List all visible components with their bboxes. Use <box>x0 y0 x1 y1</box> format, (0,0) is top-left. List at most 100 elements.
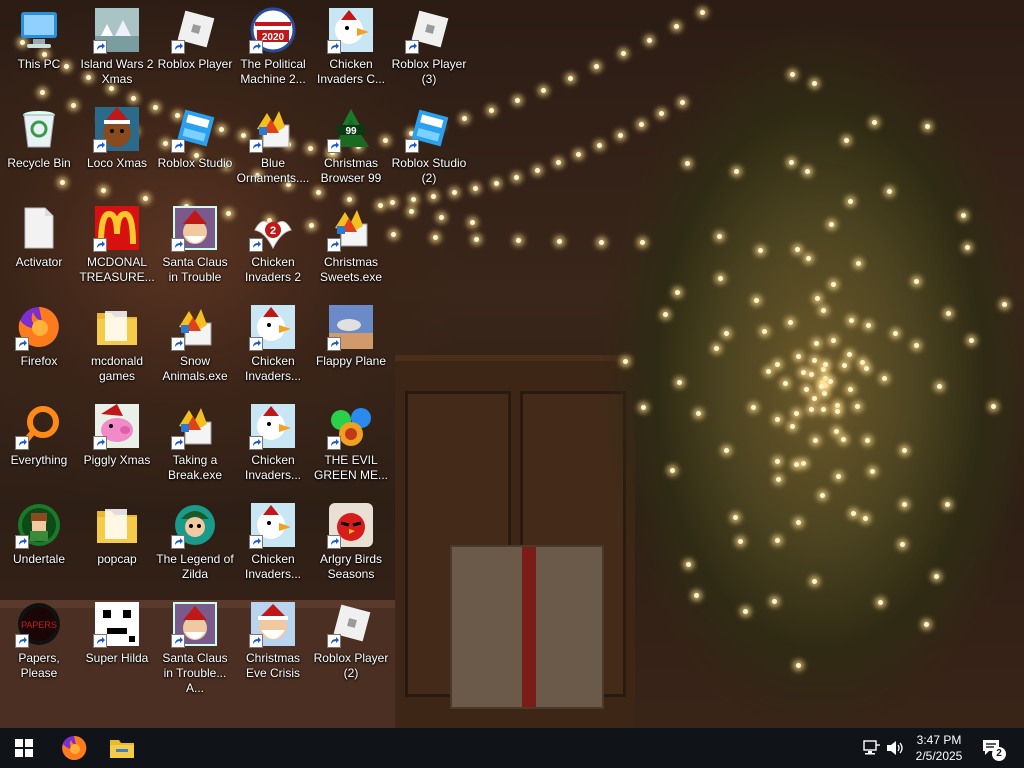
desktop-icon-roblox-studio[interactable]: Roblox Studio (2) <box>390 101 468 197</box>
shortcut-arrow-icon <box>93 436 107 450</box>
svg-text:2: 2 <box>270 225 276 237</box>
desktop-icon-this-pc[interactable]: This PC <box>0 2 78 98</box>
desktop-icon-exe-game[interactable]: Blue Ornaments.... <box>234 101 312 197</box>
desktop-icon-angry-birds[interactable]: Arlgry Birds Seasons <box>312 497 390 593</box>
desktop-icon-christmas-browser[interactable]: 99 Christmas Browser 99 <box>312 101 390 197</box>
desktop-icon-chicken-invaders[interactable]: Chicken Invaders... <box>234 299 312 395</box>
shortcut-arrow-icon <box>249 634 263 648</box>
desktop-icon-file[interactable]: Activator <box>0 200 78 296</box>
desktop-icon-folder[interactable]: popcap <box>78 497 156 593</box>
shortcut-arrow-icon <box>327 436 341 450</box>
desktop-icon-chicken-invaders-2[interactable]: 2 Chicken Invaders 2 <box>234 200 312 296</box>
super-hilda-icon <box>93 600 141 648</box>
wallpaper-gift <box>450 545 604 709</box>
exe-game-icon <box>327 204 375 252</box>
desktop-icon-chicken-invaders[interactable]: Chicken Invaders C... <box>312 2 390 98</box>
desktop-icon-label: The Political Machine 2... <box>240 57 306 86</box>
firefox-icon <box>15 303 63 351</box>
exe-game-icon <box>171 303 219 351</box>
shortcut-arrow-icon <box>249 436 263 450</box>
shortcut-arrow-icon <box>327 337 341 351</box>
chicken-invaders-icon <box>249 501 297 549</box>
desktop-icon-evil-green[interactable]: THE EVIL GREEN ME... <box>312 398 390 494</box>
desktop-icon-label: mcdonald games <box>90 354 144 383</box>
desktop-icon-roblox-player[interactable]: Roblox Player (2) <box>312 596 390 692</box>
roblox-player-icon <box>327 600 375 648</box>
desktop-icon-label: popcap <box>97 552 137 566</box>
evil-green-icon <box>327 402 375 450</box>
desktop-icon-exe-game[interactable]: Christmas Sweets.exe <box>312 200 390 296</box>
shortcut-arrow-icon <box>249 238 263 252</box>
action-center-button[interactable]: 2 <box>978 728 1008 768</box>
shortcut-arrow-icon <box>405 40 419 54</box>
shortcut-arrow-icon <box>171 535 185 549</box>
desktop-icon-label: Snow Animals.exe <box>162 354 228 383</box>
clock-date: 2/5/2025 <box>915 749 963 763</box>
papers-please-icon: PAPERS <box>15 600 63 648</box>
desktop-icon-chicken-invaders[interactable]: Chicken Invaders... <box>234 398 312 494</box>
shortcut-arrow-icon <box>405 139 419 153</box>
network-tray-button[interactable] <box>860 728 884 768</box>
desktop-icon-mcdonalds[interactable]: MCDONAL TREASURE... <box>78 200 156 296</box>
desktop-icon-political-machine[interactable]: 2020 The Political Machine 2... <box>234 2 312 98</box>
desktop-icon-piggly-xmas[interactable]: Piggly Xmas <box>78 398 156 494</box>
start-button[interactable] <box>0 728 48 768</box>
chicken-invaders-icon <box>249 303 297 351</box>
folder-icon <box>110 740 134 758</box>
desktop-icon-flappy-plane[interactable]: Flappy Plane <box>312 299 390 395</box>
roblox-studio-icon <box>405 105 453 153</box>
shortcut-arrow-icon <box>15 337 29 351</box>
desktop-icon-exe-game[interactable]: Snow Animals.exe <box>156 299 234 395</box>
desktop-icon-label: Activator <box>15 255 63 269</box>
exe-game-icon <box>171 402 219 450</box>
desktop-icon-roblox-studio[interactable]: Roblox Studio <box>156 101 234 197</box>
desktop-icon-label: Recycle Bin <box>7 156 71 170</box>
taskbar-clock[interactable]: 3:47 PM 2/5/2025 <box>908 732 970 764</box>
desktop-icon-everything-search[interactable]: Everything <box>0 398 78 494</box>
desktop-icon-folder[interactable]: mcdonald games <box>78 299 156 395</box>
folder-icon <box>93 501 141 549</box>
desktop-icon-label: Santa Claus in Trouble... A... <box>162 651 228 695</box>
firefox-icon <box>62 735 87 760</box>
desktop-icon-label: Island Wars 2 Xmas <box>80 57 154 86</box>
desktop-icon-christmas-eve-crisis[interactable]: Christmas Eve Crisis <box>234 596 312 692</box>
volume-tray-button[interactable] <box>884 728 906 768</box>
desktop-icon-undertale[interactable]: Undertale <box>0 497 78 593</box>
desktop-icon-loco-xmas[interactable]: Loco Xmas <box>78 101 156 197</box>
desktop-icon-super-hilda[interactable]: Super Hilda <box>78 596 156 692</box>
desktop-icon-label: This PC <box>17 57 61 71</box>
shortcut-arrow-icon <box>249 40 263 54</box>
political-machine-icon: 2020 <box>249 6 297 54</box>
shortcut-arrow-icon <box>171 40 185 54</box>
santa-trouble-icon <box>171 600 219 648</box>
desktop-icon-island-wars[interactable]: Island Wars 2 Xmas <box>78 2 156 98</box>
desktop-icon-label: The Legend of Zilda <box>156 552 234 581</box>
taskbar-file-explorer-button[interactable] <box>98 728 146 768</box>
desktop-icon-roblox-player[interactable]: Roblox Player (3) <box>390 2 468 98</box>
desktop-icon-label: Chicken Invaders... <box>244 354 302 383</box>
wallpaper-christmas-tree <box>590 0 1024 728</box>
desktop-icon-label: Undertale <box>12 552 66 566</box>
desktop-icon-santa-trouble[interactable]: Santa Claus in Trouble <box>156 200 234 296</box>
shortcut-arrow-icon <box>249 535 263 549</box>
desktop-icon-label: Taking a Break.exe <box>167 453 223 482</box>
desktop-icon-chicken-invaders[interactable]: Chicken Invaders... <box>234 497 312 593</box>
shortcut-arrow-icon <box>327 40 341 54</box>
desktop-icon-label: Santa Claus in Trouble <box>162 255 228 284</box>
desktop-icon-label: Roblox Player (2) <box>313 651 389 680</box>
desktop-icon-firefox[interactable]: Firefox <box>0 299 78 395</box>
desktop-icon-santa-trouble[interactable]: Santa Claus in Trouble... A... <box>156 596 234 695</box>
santa-trouble-icon <box>171 204 219 252</box>
desktop-icon-papers-please[interactable]: PAPERS Papers, Please <box>0 596 78 692</box>
desktop-icon-label: Christmas Browser 99 <box>320 156 382 185</box>
shortcut-arrow-icon <box>93 139 107 153</box>
desktop-icon-recycle-bin[interactable]: Recycle Bin <box>0 101 78 197</box>
desktop-icon-label: Roblox Studio <box>157 156 233 170</box>
taskbar-firefox-button[interactable] <box>50 728 98 768</box>
desktop-icon-legend-zilda[interactable]: The Legend of Zilda <box>156 497 234 593</box>
desktop-icon-roblox-player[interactable]: Roblox Player <box>156 2 234 98</box>
piggly-xmas-icon <box>93 402 141 450</box>
windows-logo-icon <box>15 739 33 757</box>
desktop-icon-exe-game[interactable]: Taking a Break.exe <box>156 398 234 494</box>
desktop-icon-label: MCDONAL TREASURE... <box>79 255 155 284</box>
